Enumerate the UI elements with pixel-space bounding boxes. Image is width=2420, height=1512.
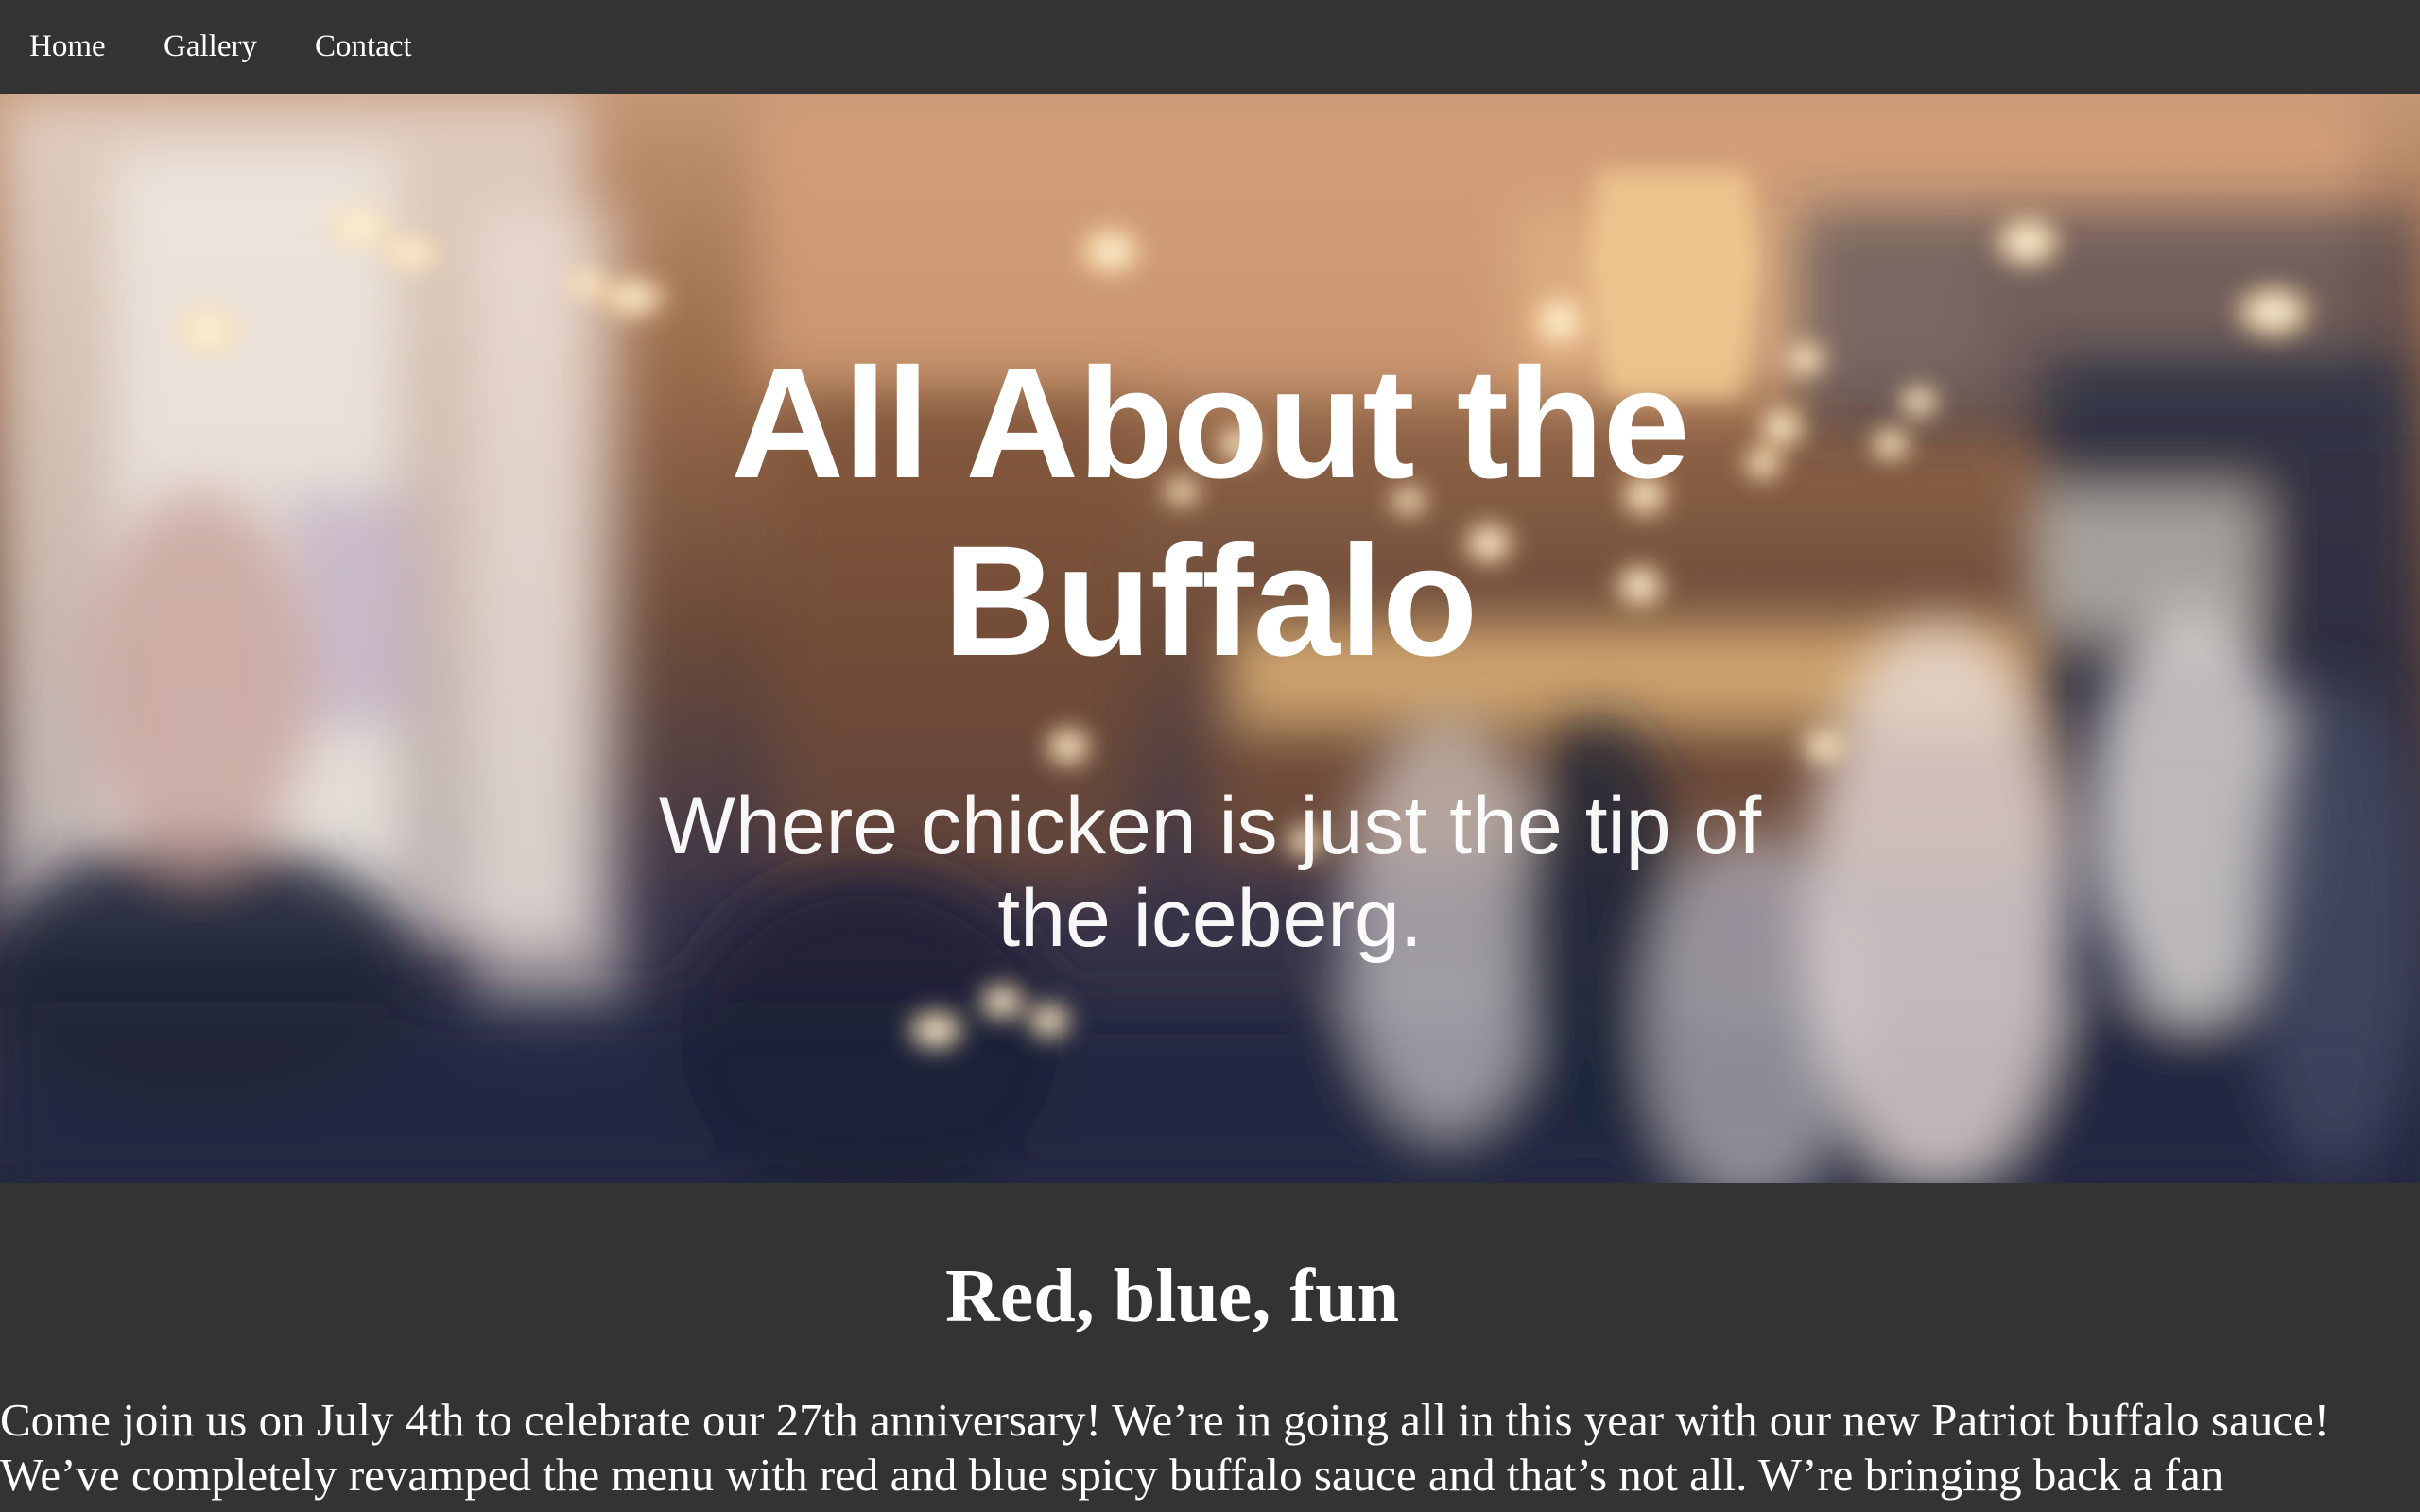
content-section: Red, blue, fun Come join us on July 4th … (0, 1183, 2420, 1512)
nav-link-gallery[interactable]: Gallery (164, 25, 257, 68)
section-body-text: Come join us on July 4th to celebrate ou… (0, 1394, 2330, 1501)
nav-link-contact[interactable]: Contact (315, 25, 412, 68)
nav-link-home[interactable]: Home (29, 25, 106, 68)
section-heading: Red, blue, fun (944, 1255, 1400, 1338)
hero-banner: All About the Buffalo Where chicken is j… (0, 94, 2420, 1183)
hero-title: All About the Buffalo (731, 336, 1690, 689)
top-navbar: Home Gallery Contact (0, 0, 2420, 94)
hero-subtitle: Where chicken is just the tip of the ice… (658, 781, 1762, 964)
